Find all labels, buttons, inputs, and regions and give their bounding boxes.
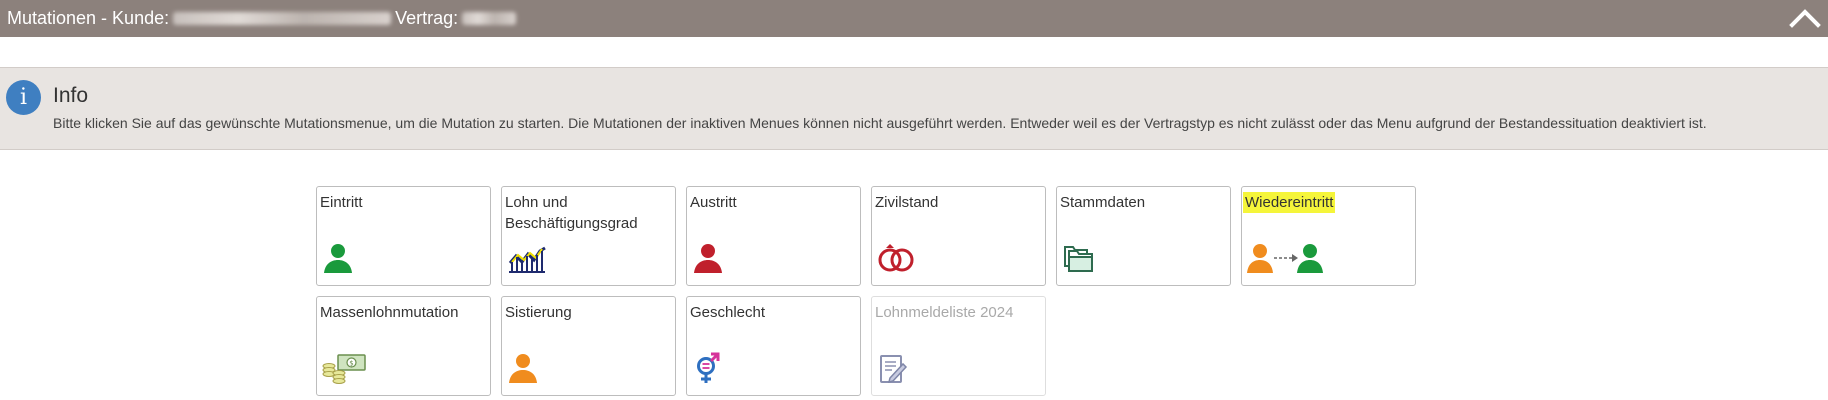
info-text: Bitte klicken Sie auf das gewünschte Mut… [53,115,1707,131]
wedding-rings-icon [878,244,914,272]
chevron-up-icon [1789,9,1821,28]
info-title: Info [53,84,89,107]
person-orange-icon [509,354,537,383]
tile-wiedereintritt[interactable]: Wiedereintritt [1241,186,1416,286]
tile-zivilstand[interactable]: Zivilstand [871,186,1046,286]
header-contract-label: Vertrag: [395,8,459,28]
tile-eintritt[interactable]: Eintritt [316,186,491,286]
header-title-prefix: Mutationen - Kunde: [7,8,170,28]
tile-austritt[interactable]: Austritt [686,186,861,286]
tile-lohnmeldeliste-2024: Lohnmeldeliste 2024 [871,296,1046,396]
gender-icon [697,352,720,383]
tile-sistierung[interactable]: Sistierung [501,296,676,396]
contract-number-redacted [462,12,517,25]
tile-label: Geschlecht [690,304,766,321]
tile-label: Massenlohnmutation [320,304,459,321]
svg-text:$: $ [349,360,353,368]
person-green-icon [324,244,352,273]
tile-lohn-und-beschaeftigungsgrad[interactable]: Lohn und Beschäftigungsgrad [501,186,676,286]
customer-name-redacted [173,12,392,25]
salary-chart-icon [508,246,546,273]
tile-label: Austritt [690,194,737,211]
tile-label: Zivilstand [875,194,939,211]
info-panel: i Info Bitte klicken Sie auf das gewünsc… [0,67,1828,150]
collapse-button[interactable] [1788,2,1822,34]
tile-label: Sistierung [505,304,572,321]
tile-label: Stammdaten [1060,194,1146,211]
tile-geschlecht[interactable]: Geschlecht [686,296,861,396]
tile-massenlohnmutation[interactable]: Massenlohnmutation $ [316,296,491,396]
money-stack-icon: $ [322,354,366,384]
tile-label: Lohnmeldeliste 2024 [875,304,1014,321]
tile-label: Eintritt [320,194,363,211]
document-edit-icon [880,355,908,384]
tile-label: Wiedereintritt [1243,192,1336,213]
info-icon: i [6,80,41,115]
reentry-persons-icon [1247,244,1323,273]
person-red-icon [694,244,722,273]
tile-label: Lohn und Beschäftigungsgrad [505,194,638,232]
tile-stammdaten[interactable]: Stammdaten [1056,186,1231,286]
folders-icon [1064,246,1093,272]
mutation-header: Mutationen - Kunde: Vertrag: [0,0,1828,37]
header-title: Mutationen - Kunde: Vertrag: [0,8,520,29]
